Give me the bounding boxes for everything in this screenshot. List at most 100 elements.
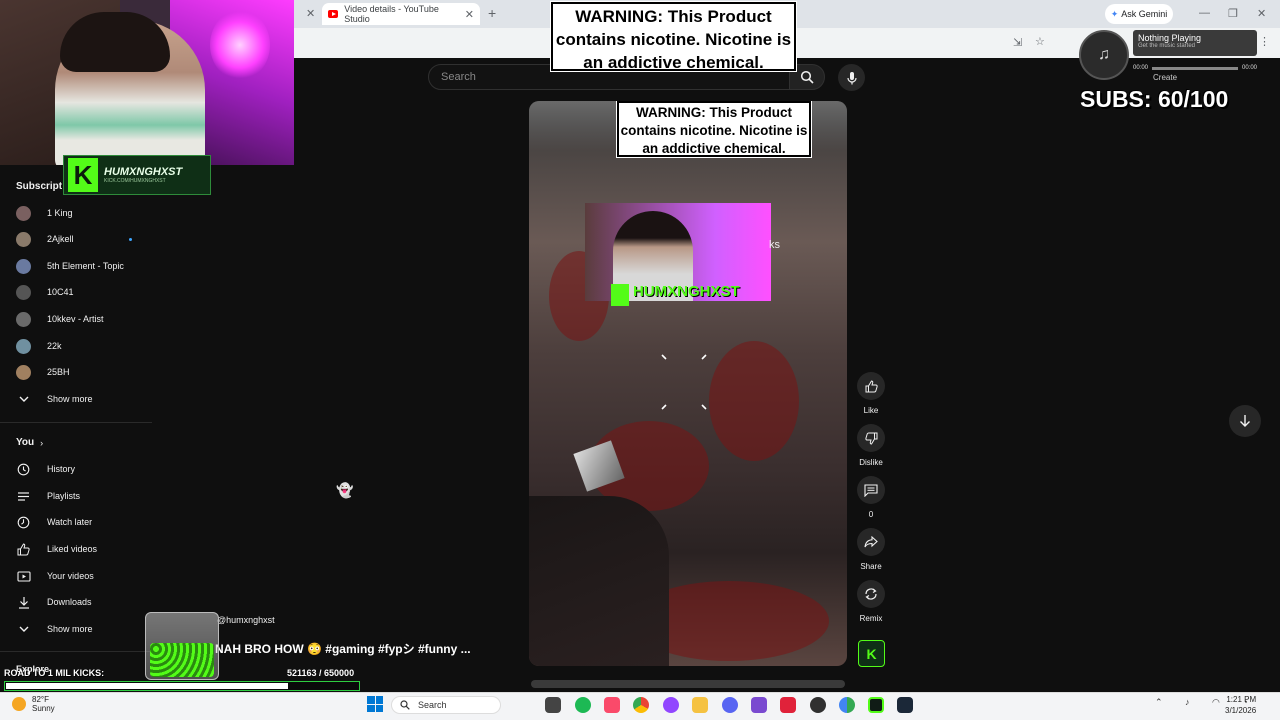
task-view-icon[interactable] [545,697,561,713]
subscription-item[interactable]: 2Ajkell [16,230,74,248]
time-end: 00:00 [1241,65,1257,71]
remix-button[interactable]: Remix [857,580,885,623]
streamer-badge: K HUMXNGHXST KICK.COM/HUMXNGHXST [63,155,211,195]
install-app-icon[interactable]: ⇲ [1013,36,1022,49]
windows-start-icon[interactable] [367,696,383,712]
like-button[interactable]: Like [857,372,885,415]
sidebar-item-watch-later[interactable]: Watch later [16,513,92,531]
bookmark-star-icon[interactable]: ☆ [1035,35,1045,48]
music-app-icon[interactable] [604,697,620,713]
taskbar-clock[interactable]: 1:21 PM 3/1/2026 [1225,694,1256,716]
time-start: 00:00 [1133,65,1149,71]
subscription-item[interactable]: 25BH [16,363,70,381]
jar-fill [150,643,214,677]
taskbar-search[interactable]: Search [391,696,501,714]
subscriptions-heading[interactable]: Subscript [16,181,62,192]
streamer-hair [60,12,170,72]
search-icon [400,700,410,710]
show-more-you-button[interactable]: Show more [16,620,93,638]
subscription-item[interactable]: 10C41 [16,283,74,301]
road-count: 521163 / 650000 [287,668,355,678]
steam-icon[interactable] [897,697,913,713]
sidebar-item-downloads[interactable]: Downloads [16,593,92,611]
dark-foreground [529,496,669,666]
gemini-icon: ✦ [1110,8,1119,19]
create-button[interactable]: Create [1153,73,1177,82]
sound-thumbnail[interactable]: K [858,640,885,667]
your-videos-icon [16,569,31,584]
browser-menu-icon[interactable]: ⋮ [1259,35,1270,48]
app-icon[interactable] [751,697,767,713]
sidebar-item-liked-videos[interactable]: Liked videos [16,540,97,558]
new-tab-icon[interactable]: + [488,5,496,21]
remix-label: Remix [859,614,883,623]
like-label: Like [863,406,879,415]
nicotine-warning-video: WARNING: This Product contains nicotine.… [616,101,812,158]
road-progress-bar [4,681,360,691]
weather-widget[interactable]: 82°F Sunny [12,695,55,713]
kick-app-icon[interactable] [868,697,884,713]
nicotine-warning-top: WARNING: This Product contains nicotine.… [550,1,797,72]
app-icon[interactable] [663,697,679,713]
short-video-player[interactable]: WARNING: This Product contains nicotine.… [529,101,847,666]
downloads-icon [16,595,31,610]
youtube-logo-icon [328,10,339,18]
chrome-icon[interactable] [839,697,855,713]
comments-count: 0 [868,510,874,519]
short-caption[interactable]: NAH BRO HOW 😳 #gaming #fypシ #funny ... [215,640,471,657]
maximize-icon[interactable]: ❐ [1228,7,1238,20]
show-more-label: Show more [47,624,93,634]
chrome-icon[interactable] [633,697,649,713]
close-window-icon[interactable]: ✕ [1257,7,1266,20]
tab-video-details[interactable]: Video details - YouTube Studio ✕ [322,3,480,25]
sidebar-item-label: Downloads [47,597,92,607]
subscription-item[interactable]: 1 King [16,204,73,222]
subscription-item[interactable]: 22k [16,337,62,355]
road-progress-fill [6,683,288,689]
playlists-icon [16,489,31,504]
chevron-down-icon [16,392,31,407]
dislike-button[interactable]: Dislike [857,424,885,467]
ask-gemini-label: Ask Gemini [1121,9,1168,19]
arrow-down-icon [1240,415,1250,427]
subscription-item[interactable]: 5th Element - Topic [16,257,124,275]
share-icon [857,528,885,556]
sidebar-item-history[interactable]: History [16,460,75,478]
blood-stain [709,341,799,461]
subscription-label: 25BH [47,367,70,377]
close-tab-icon[interactable]: ✕ [465,8,474,21]
video-kick-logo-icon [611,284,629,306]
subscription-label: 1 King [47,208,73,218]
discord-icon[interactable] [722,697,738,713]
comments-button[interactable]: 0 [857,476,885,519]
streamer-name: HUMXNGHXST [104,165,183,178]
spotify-icon[interactable] [575,697,591,713]
voice-search-button[interactable] [838,64,865,91]
new-content-dot [129,238,132,241]
sidebar-item-playlists[interactable]: Playlists [16,487,80,505]
ask-gemini-button[interactable]: ✦ Ask Gemini [1105,4,1173,24]
next-video-button[interactable] [1229,405,1261,437]
subscription-item[interactable]: 10kkev - Artist [16,310,104,328]
channel-avatar [16,364,31,380]
kick-logo-icon: K [68,158,98,192]
dislike-label: Dislike [859,458,883,467]
file-explorer-icon[interactable] [692,697,708,713]
history-icon [16,462,31,477]
app-icon[interactable] [780,697,796,713]
channel-avatar [16,205,31,221]
channel-handle[interactable]: @humxnghxst [217,615,275,625]
taskbar-search-label: Search [418,700,447,710]
you-section-heading[interactable]: You › [16,437,43,448]
close-tab-icon[interactable]: ✕ [306,7,315,20]
obs-icon[interactable] [810,697,826,713]
kicks-jar [145,612,219,680]
channel-avatar [16,338,31,354]
horizontal-scrollbar[interactable] [531,680,845,688]
sidebar-item-your-videos[interactable]: Your videos [16,567,94,585]
subscription-label: 5th Element - Topic [47,261,124,271]
sidebar-item-label: Watch later [47,517,93,527]
show-more-subscriptions-button[interactable]: Show more [16,390,93,408]
minimize-icon[interactable]: — [1199,7,1210,19]
share-button[interactable]: Share [857,528,885,571]
